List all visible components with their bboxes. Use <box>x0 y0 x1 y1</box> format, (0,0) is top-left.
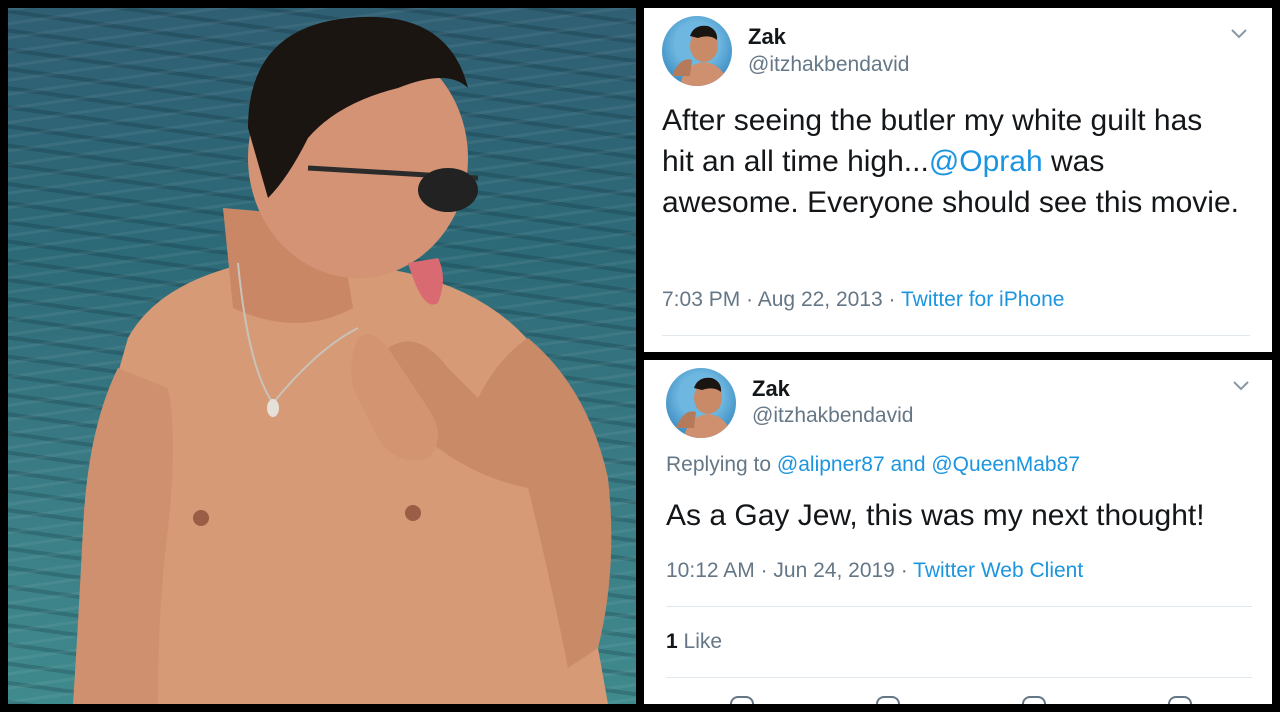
avatar-image <box>672 25 728 86</box>
divider <box>666 606 1252 607</box>
tweet-meta: 7:03 PM · Aug 22, 2013 · Twitter for iPh… <box>662 288 1064 312</box>
user-name[interactable]: Zak <box>748 24 786 50</box>
avatar-image <box>676 377 732 438</box>
chevron-down-icon[interactable] <box>1230 374 1252 396</box>
tweet-meta: 10:12 AM · Jun 24, 2019 · Twitter Web Cl… <box>666 559 1083 583</box>
meta-separator: · <box>746 288 754 311</box>
mention-link[interactable]: @Oprah <box>929 145 1043 178</box>
mention-link[interactable]: @QueenMab87 <box>931 453 1080 476</box>
like-icon[interactable] <box>1022 696 1046 704</box>
divider <box>666 677 1252 678</box>
user-handle[interactable]: @itzhakbendavid <box>748 53 909 77</box>
tweet-card-2: Zak @itzhakbendavid Replying to @alipner… <box>644 360 1272 704</box>
reply-and: and <box>890 453 926 476</box>
like-label: Like <box>683 630 723 653</box>
tweet-actions <box>644 696 1272 704</box>
user-handle[interactable]: @itzhakbendavid <box>752 404 913 428</box>
user-name[interactable]: Zak <box>752 376 790 402</box>
reply-icon[interactable] <box>730 696 754 704</box>
retweet-icon[interactable] <box>876 696 900 704</box>
avatar[interactable] <box>666 368 736 438</box>
meta-separator: · <box>760 559 768 582</box>
chevron-down-icon[interactable] <box>1228 22 1250 44</box>
meta-separator: · <box>900 559 908 582</box>
divider <box>662 335 1250 336</box>
avatar[interactable] <box>662 16 732 86</box>
tweet-date[interactable]: Aug 22, 2013 <box>758 288 883 311</box>
meta-separator: · <box>888 288 896 311</box>
replying-to: Replying to @alipner87 and @QueenMab87 <box>666 453 1080 477</box>
share-icon[interactable] <box>1168 696 1192 704</box>
tweet-time[interactable]: 10:12 AM <box>666 559 755 582</box>
tweet-time[interactable]: 7:03 PM <box>662 288 740 311</box>
tweet-client-link[interactable]: Twitter for iPhone <box>901 288 1064 311</box>
person-at-sea-photo <box>73 16 612 704</box>
tweet-card-1: Zak @itzhakbendavid After seeing the but… <box>644 8 1272 352</box>
replying-label: Replying to <box>666 453 772 476</box>
like-count-number: 1 <box>666 630 678 653</box>
tweet-text: After seeing the butler my white guilt h… <box>662 100 1242 223</box>
tweet-text: As a Gay Jew, this was my next thought! <box>666 499 1205 532</box>
photo-panel <box>8 8 636 704</box>
mention-link[interactable]: @alipner87 <box>777 453 885 476</box>
tweet-client-link[interactable]: Twitter Web Client <box>913 559 1083 582</box>
likes-count[interactable]: 1 Like <box>666 630 722 654</box>
tweet-date[interactable]: Jun 24, 2019 <box>773 559 894 582</box>
